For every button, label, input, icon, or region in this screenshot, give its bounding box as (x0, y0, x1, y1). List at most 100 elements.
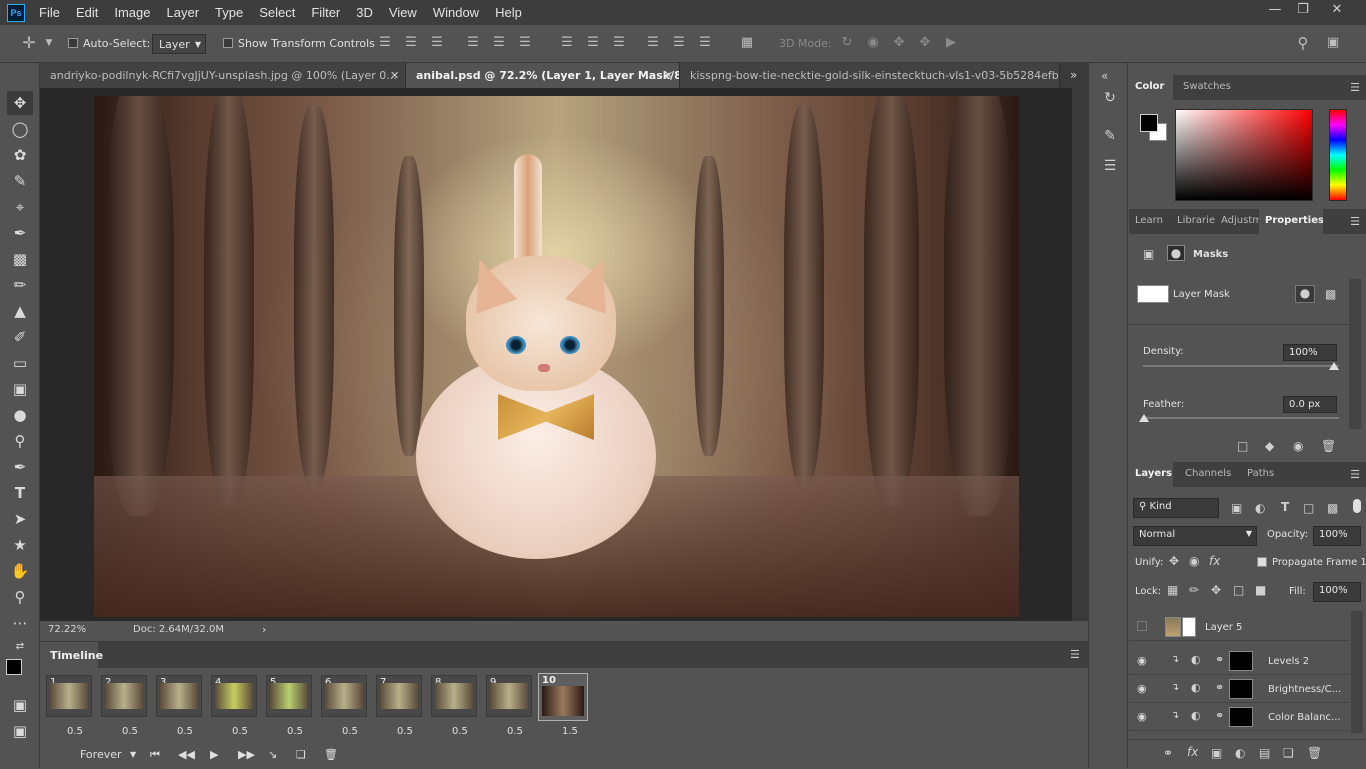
eyedropper-tool-icon[interactable]: ✒ (7, 221, 33, 245)
unify-style-icon[interactable]: fx (1209, 554, 1220, 568)
brush-tool-icon[interactable]: ✏ (7, 273, 33, 297)
fill-field[interactable]: 100% (1313, 582, 1361, 602)
load-selection-icon[interactable]: □ (1237, 439, 1248, 453)
visibility-eye-icon[interactable]: ◉ (1137, 710, 1147, 723)
new-adjustment-icon[interactable]: ◐ (1235, 746, 1245, 760)
marquee-tool-icon[interactable]: ◯ (7, 117, 33, 141)
history-brush-tool-icon[interactable]: ✐ (7, 325, 33, 349)
tab-kisspng[interactable]: kisspng-bow-tie-necktie-gold-silk-einste… (680, 63, 1060, 88)
show-transform-checkbox[interactable] (223, 38, 233, 48)
tab-timeline[interactable]: Timeline (40, 642, 103, 668)
layer-style-icon[interactable]: fx (1187, 745, 1198, 759)
menu-layer[interactable]: Layer (167, 5, 200, 20)
close-icon[interactable]: ✕ (390, 69, 399, 82)
trash-icon[interactable]: 🗑 (1321, 439, 1336, 453)
more-tabs-icon[interactable]: » (1070, 68, 1077, 82)
align-hcenter-icon[interactable]: ☰ (492, 36, 506, 50)
menu-filter[interactable]: Filter (311, 5, 340, 20)
move-tool-icon[interactable]: ✥ (7, 91, 33, 115)
distribute-right-icon[interactable]: ☰ (698, 36, 712, 50)
frame-delay[interactable]: 0.5 (342, 726, 358, 737)
menu-file[interactable]: File (39, 5, 60, 20)
timeline-frame[interactable]: 1 (46, 675, 92, 717)
menu-select[interactable]: Select (259, 5, 295, 20)
density-slider-knob[interactable] (1329, 362, 1339, 370)
pan-3d-icon[interactable]: ✥ (892, 36, 906, 50)
panel-menu-icon[interactable]: ☰ (1350, 215, 1360, 228)
pixel-mask-icon[interactable]: ▣ (1143, 247, 1154, 261)
align-left-icon[interactable]: ☰ (466, 36, 480, 50)
frame-delay[interactable]: 0.5 (287, 726, 303, 737)
frame-delay[interactable]: 0.5 (232, 726, 248, 737)
swap-colors-icon[interactable]: ⇄ (7, 635, 33, 659)
trash-icon[interactable]: 🗑 (324, 748, 338, 761)
frame-delay[interactable]: 0.5 (177, 726, 193, 737)
chevron-right-icon[interactable]: › (262, 623, 266, 636)
timeline-frame[interactable]: 3 (156, 675, 202, 717)
visibility-eye-icon[interactable]: ◉ (1137, 682, 1147, 695)
properties-scrollbar[interactable] (1349, 279, 1361, 429)
tab-andriyko[interactable]: andriyko-podilnyk-RCfi7vgJjUY-unsplash.j… (40, 63, 406, 88)
add-vector-mask-icon[interactable]: ▩ (1325, 287, 1336, 301)
lasso-tool-icon[interactable]: ✿ (7, 143, 33, 167)
menu-edit[interactable]: Edit (76, 5, 98, 20)
filter-adjustment-icon[interactable]: ◐ (1255, 501, 1265, 515)
screen-mode-icon[interactable]: ▣ (7, 719, 33, 743)
timeline-frame[interactable]: 4 (211, 675, 257, 717)
roll-3d-icon[interactable]: ◉ (866, 36, 880, 50)
orbit-3d-icon[interactable]: ↻ (840, 36, 854, 50)
filter-type-icon[interactable]: T (1281, 500, 1289, 514)
filter-shape-icon[interactable]: □ (1303, 501, 1314, 515)
tab-learn[interactable]: Learn (1129, 209, 1171, 234)
foreground-color-swatch[interactable] (1140, 114, 1158, 132)
chevron-down-icon[interactable]: ▼ (130, 750, 136, 759)
tab-anibal[interactable]: anibal.psd @ 72.2% (Layer 1, Layer Mask/… (406, 63, 680, 88)
more-tools-icon[interactable]: ⋯ (7, 611, 33, 635)
lock-artboard-icon[interactable]: □ (1233, 583, 1244, 597)
frame-delay[interactable]: 1.5 (562, 726, 578, 737)
trash-icon[interactable]: 🗑 (1307, 746, 1322, 760)
timeline-frame[interactable]: 8 (431, 675, 477, 717)
quick-mask-icon[interactable]: ▣ (7, 693, 33, 717)
pen-tool-icon[interactable]: ✒ (7, 455, 33, 479)
tab-libraries[interactable]: Librarie (1171, 209, 1215, 234)
density-field[interactable]: 100% (1283, 344, 1337, 361)
slide-3d-icon[interactable]: ✥ (918, 36, 932, 50)
play-icon[interactable]: ▶ (210, 748, 218, 761)
distribute-top-icon[interactable]: ☰ (560, 36, 574, 50)
crop-tool-icon[interactable]: ⌖ (7, 195, 33, 219)
blend-mode-dropdown[interactable]: Normal ▼ (1133, 526, 1257, 546)
vertical-scrollbar[interactable] (1072, 88, 1088, 621)
propagate-frame-checkbox[interactable] (1257, 557, 1267, 567)
unify-visibility-icon[interactable]: ◉ (1189, 554, 1199, 568)
menu-type[interactable]: Type (215, 5, 243, 20)
tab-paths[interactable]: Paths (1241, 462, 1281, 487)
menu-view[interactable]: View (389, 5, 417, 20)
filter-smart-object-icon[interactable]: ▩ (1327, 501, 1338, 515)
history-icon[interactable]: ↻ (1101, 89, 1119, 107)
healing-brush-tool-icon[interactable]: ▩ (7, 247, 33, 271)
lock-transparency-icon[interactable]: ▦ (1167, 583, 1178, 597)
new-group-icon[interactable]: ▤ (1259, 746, 1270, 760)
hand-tool-icon[interactable]: ✋ (7, 559, 33, 583)
layer-row[interactable]: ◉ ↴ ◐ ⚭ Color Balanc... (1129, 703, 1349, 731)
frame-delay[interactable]: 0.5 (452, 726, 468, 737)
layer-row[interactable]: ◉ ↴ ◐ ⚭ Brightness/C... (1129, 675, 1349, 703)
layer-row[interactable]: ◉ ↴ ◐ ⚭ Levels 2 (1129, 647, 1349, 675)
chevron-down-icon[interactable]: ▼ (42, 36, 56, 50)
add-mask-icon[interactable]: ▣ (1211, 746, 1222, 760)
auto-select-target-dropdown[interactable]: Layer ▼ (152, 34, 206, 54)
layer-row[interactable]: Layer 5 (1129, 613, 1349, 641)
expand-panels-icon[interactable]: « (1101, 69, 1108, 83)
filter-toggle[interactable] (1353, 499, 1361, 513)
duplicate-frame-icon[interactable]: ❏ (296, 748, 306, 761)
stamp-tool-icon[interactable]: ▲ (7, 299, 33, 323)
distribute-bottom-icon[interactable]: ☰ (612, 36, 626, 50)
frame-delay[interactable]: 0.5 (397, 726, 413, 737)
link-icon[interactable]: ⚭ (1215, 653, 1224, 666)
menu-3d[interactable]: 3D (356, 5, 373, 20)
move-tool-icon[interactable]: ✛ (22, 35, 36, 51)
timeline-frame-selected[interactable]: 10 (538, 673, 588, 721)
feather-slider-knob[interactable] (1139, 414, 1149, 422)
link-layers-icon[interactable]: ⚭ (1163, 746, 1173, 760)
